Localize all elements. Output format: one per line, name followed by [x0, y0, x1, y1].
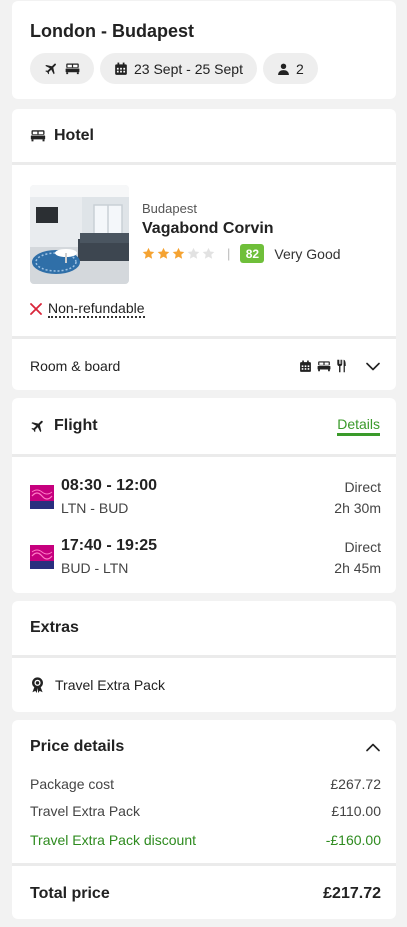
hotel-section-title: Hotel	[54, 126, 94, 144]
discount-label: Travel Extra Pack discount	[30, 831, 196, 848]
flight-times: 17:40 - 19:25	[61, 537, 158, 554]
extras-title: Extras	[30, 619, 79, 636]
flight-leg-return[interactable]: 17:40 - 19:25 BUD - LTN Direct 2h 45m	[12, 537, 396, 593]
rating-separator: |	[227, 246, 231, 261]
calendar-icon	[114, 62, 128, 76]
room-board-toggle[interactable]: Room & board	[12, 339, 396, 390]
price-line-label: Package cost	[30, 775, 115, 792]
flight-duration: 2h 30m	[334, 500, 381, 516]
bed-icon	[30, 129, 46, 142]
refund-policy[interactable]: Non-refundable	[30, 300, 145, 318]
airline-logo-icon	[30, 545, 54, 569]
close-icon	[30, 303, 42, 315]
bed-icon	[317, 360, 331, 372]
flight-route: BUD - LTN	[61, 560, 129, 576]
hotel-rating: | 82 Very Good	[142, 244, 341, 263]
star-empty-icon	[202, 247, 215, 259]
star-rating	[142, 247, 215, 260]
star-empty-icon	[187, 247, 200, 259]
flight-duration: 2h 45m	[334, 560, 381, 576]
price-line-amount: £110.00	[331, 802, 381, 819]
flight-times: 08:30 - 12:00	[61, 477, 158, 494]
star-filled-icon	[157, 247, 170, 259]
award-badge-icon	[30, 677, 45, 693]
trip-title: London - Budapest	[30, 21, 194, 41]
total-price-row: Total price £217.72	[12, 866, 396, 919]
trip-summary-card: London - Budapest 23 Sept - 25 Sept 2	[12, 1, 396, 99]
transport-chip[interactable]	[30, 53, 94, 84]
star-filled-icon	[172, 247, 185, 259]
price-details-card: Price details Package cost £267.72 Trave…	[12, 720, 396, 919]
hotel-card: Hotel Budapest Vagabond Corvin | 82 Very…	[12, 109, 396, 390]
dates-chip[interactable]: 23 Sept - 25 Sept	[100, 53, 257, 84]
hotel-info: Budapest Vagabond Corvin | 82 Very Good …	[12, 165, 396, 336]
flight-header: Flight Details	[12, 398, 396, 454]
extras-card: Extras Travel Extra Pack	[12, 601, 396, 712]
discount-amount: -£160.00	[325, 831, 381, 848]
extra-item-label: Travel Extra Pack	[55, 677, 165, 693]
board-icons	[299, 359, 380, 373]
dates-text: 23 Sept - 25 Sept	[134, 60, 243, 77]
hotel-name[interactable]: Vagabond Corvin	[142, 220, 274, 238]
discount-line: Travel Extra Pack discount -£160.00	[12, 824, 396, 855]
flight-leg-outbound[interactable]: 08:30 - 12:00 LTN - BUD Direct 2h 30m	[12, 477, 396, 537]
extra-item[interactable]: Travel Extra Pack	[12, 658, 396, 712]
person-icon	[277, 62, 290, 76]
calendar-icon	[299, 360, 312, 373]
travellers-chip[interactable]: 2	[262, 53, 318, 84]
price-line: Package cost £267.72	[12, 770, 396, 797]
price-line: Travel Extra Pack £110.00	[12, 797, 396, 824]
hotel-city: Budapest	[142, 201, 197, 216]
price-section-title: Price details	[30, 738, 125, 755]
flight-card: Flight Details 08:30 - 12:00 LTN - BUD D…	[12, 398, 396, 593]
flight-section-title: Flight	[54, 417, 98, 434]
chevron-down-icon[interactable]	[366, 362, 380, 371]
review-score-badge: 82	[240, 244, 265, 263]
hotel-header: Hotel	[12, 109, 396, 162]
review-score-label: Very Good	[274, 245, 341, 262]
flight-stops: Direct	[344, 479, 381, 495]
chevron-up-icon	[366, 743, 380, 752]
airline-logo-icon	[30, 485, 54, 509]
price-line-label: Travel Extra Pack	[30, 802, 140, 819]
plane-icon	[30, 418, 46, 434]
hotel-photo[interactable]	[30, 185, 129, 284]
refund-label: Non-refundable	[48, 300, 145, 318]
price-details-toggle[interactable]: Price details	[12, 720, 396, 770]
total-price-label: Total price	[30, 884, 110, 902]
star-filled-icon	[142, 247, 155, 259]
bed-icon	[65, 62, 80, 75]
flight-stops: Direct	[344, 539, 381, 555]
flight-details-link[interactable]: Details	[337, 416, 380, 436]
room-board-label: Room & board	[30, 358, 121, 374]
trip-chips: 23 Sept - 25 Sept 2	[30, 53, 378, 84]
travellers-count: 2	[295, 60, 304, 77]
flight-route: LTN - BUD	[61, 500, 129, 516]
price-line-amount: £267.72	[330, 775, 381, 792]
cutlery-icon	[336, 359, 347, 373]
plane-icon	[44, 61, 59, 76]
total-price-amount: £217.72	[323, 884, 381, 902]
